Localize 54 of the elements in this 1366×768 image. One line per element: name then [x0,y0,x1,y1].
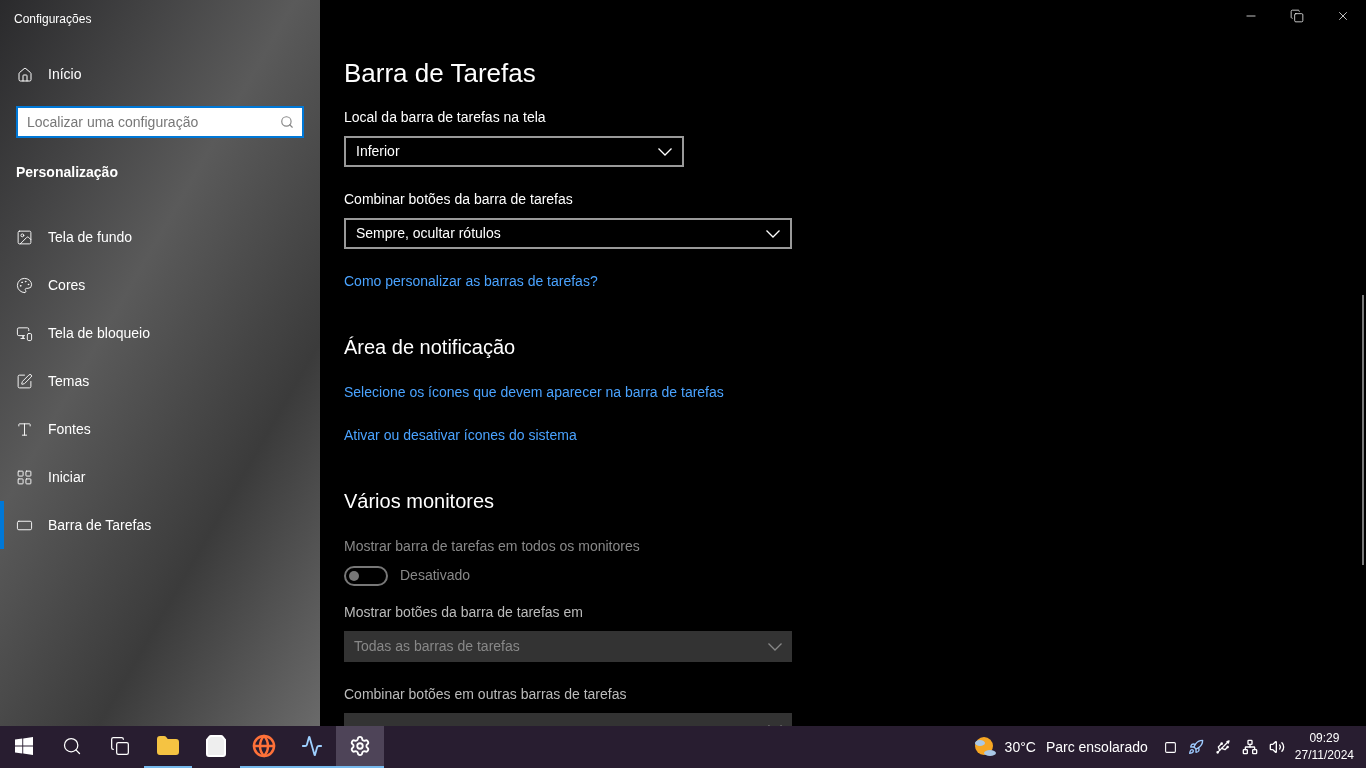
window-title: Configurações [13,11,93,28]
usb-icon[interactable] [1214,739,1231,755]
help-link[interactable]: Ativar ou desativar ícones do sistema [344,425,577,446]
palette-icon [16,276,33,294]
weather-temperature: 30°C [1004,737,1036,757]
pen-screen-icon [16,372,33,390]
rocket-icon[interactable] [1187,739,1204,755]
close-icon [1336,9,1350,23]
search-icon [280,115,294,129]
sidebar-item[interactable]: Cores [0,261,320,309]
monitor-chart-icon [301,735,323,757]
restore-icon [1290,9,1304,23]
chevron-down-icon [766,229,780,238]
sidebar-item[interactable]: Fontes [0,405,320,453]
home-link[interactable]: Início [0,64,320,85]
dropdown[interactable]: Inferior [344,136,684,167]
setting-label: Combinar botões em outras barras de tarefas [344,685,628,704]
help-link[interactable]: Como personalizar as barras de tarefas? [344,271,598,292]
picture-icon [16,228,33,246]
setting-label: Mostrar botões da barra de tarefas em [344,603,584,622]
sidebar-item[interactable]: Iniciar [0,453,320,501]
home-icon [17,66,33,83]
network-icon[interactable] [1241,739,1258,755]
page-title: Barra de Tarefas [344,57,537,90]
windows-logo-icon [15,737,33,755]
sidebar-item[interactable]: Tela de fundo [0,213,320,261]
search-field[interactable]: Localizar uma configuração [16,106,304,138]
clock-time: 09:29 [1309,730,1340,747]
section-title: Personalização [15,163,119,182]
setting-label: Combinar botões da barra de tarefas [344,190,574,209]
weather-condition: Parc ensolarado [1045,737,1148,757]
chevron-down-icon [658,147,672,156]
clock-date: 27/11/2024 [1294,747,1354,764]
sidebar-item[interactable]: Tela de bloqueio [0,309,320,357]
grid-icon [16,468,33,486]
dropdown[interactable]: Sempre, ocultar rótulos [344,218,792,249]
volume-icon[interactable] [1268,739,1285,755]
section-heading: Área de notificação [344,335,516,360]
section-heading: Vários monitores [344,489,495,514]
task-view-icon [110,736,130,756]
setting-label: Local da barra de tarefas na tela [344,108,547,127]
sidebar-item[interactable]: Temas [0,357,320,405]
sidebar-item[interactable]: Barra de Tarefas [0,501,320,549]
taskbar-button[interactable] [336,726,384,768]
settings-icon [349,735,371,757]
font-icon [16,420,33,438]
search-icon [62,736,82,756]
weather-icon [972,735,997,759]
help-link[interactable]: Selecione os ícones que devem aparecer na barra de tarefas [344,382,724,403]
square-icon[interactable] [1163,740,1177,754]
toggle-state: Desativado [400,566,471,585]
folder-icon [156,734,180,758]
chevron-down-icon [768,642,782,651]
setting-label: Mostrar barra de tarefas em todos os monitores [344,537,641,556]
